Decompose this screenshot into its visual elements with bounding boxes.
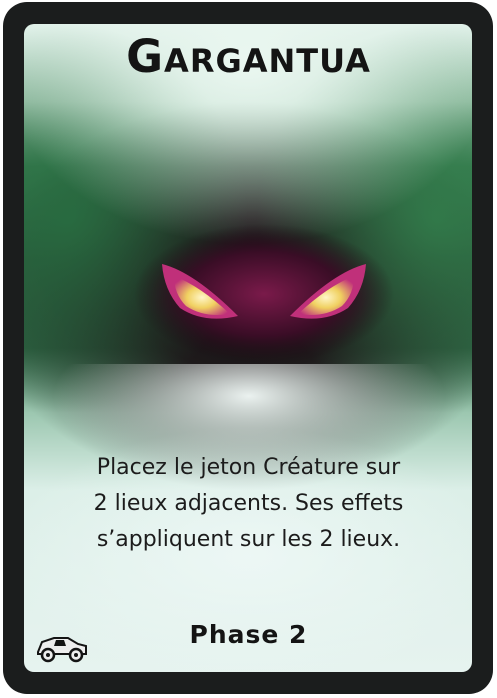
- game-card[interactable]: [3, 2, 493, 694]
- card-title: Gargantua: [126, 30, 371, 83]
- phase-label: Phase 2: [189, 620, 308, 649]
- description-line: 2 lieux adjacents. Ses effets: [93, 491, 404, 516]
- description-line: s’appliquent sur les 2 lieux.: [96, 527, 401, 552]
- description-line: Placez le jeton Créature sur: [96, 455, 401, 480]
- card-description: Placez le jeton Créature sur 2 lieux adj…: [40, 450, 457, 558]
- card-artwork: [24, 24, 472, 672]
- creature-eyes-illustration: [134, 224, 394, 364]
